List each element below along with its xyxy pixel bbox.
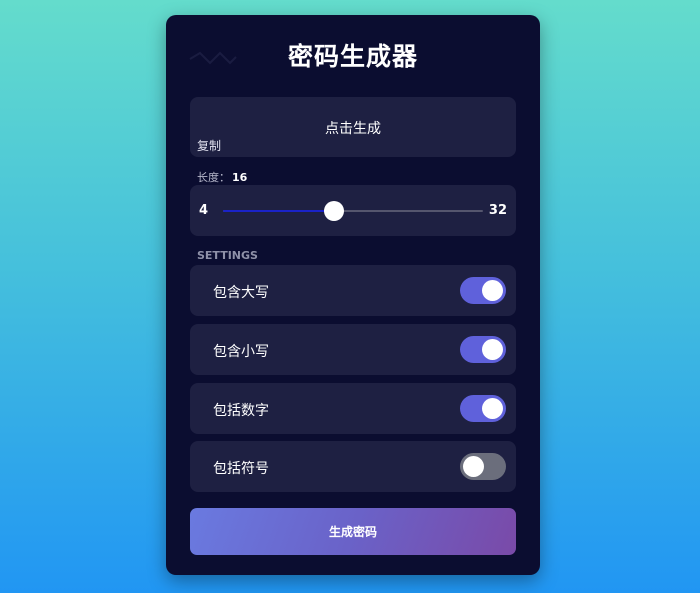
length-slider[interactable] — [223, 201, 483, 221]
length-value: 16 — [232, 171, 248, 184]
option-uppercase: 包含大写 — [190, 265, 516, 316]
lowercase-toggle[interactable] — [460, 336, 506, 363]
option-label: 包含小写 — [213, 344, 269, 360]
option-label: 包括数字 — [213, 403, 269, 419]
slider-max-label: 32 — [488, 203, 507, 218]
length-label: 长度： 16 — [197, 169, 247, 185]
option-symbols: 包括符号 — [190, 441, 516, 492]
slider-fill — [223, 210, 335, 212]
symbols-toggle[interactable] — [460, 453, 506, 480]
numbers-toggle[interactable] — [460, 395, 506, 422]
option-label: 包含大写 — [213, 285, 269, 301]
option-lowercase: 包含小写 — [190, 324, 516, 375]
option-numbers: 包括数字 — [190, 383, 516, 434]
password-text[interactable]: 点击生成 — [190, 118, 516, 138]
length-slider-panel: 4 32 — [190, 185, 516, 236]
toggle-knob — [482, 398, 503, 419]
toggle-knob — [482, 280, 503, 301]
length-label-text: 长度： — [197, 171, 230, 184]
password-display: 点击生成 复制 — [190, 97, 516, 157]
settings-heading: SETTINGS — [197, 249, 258, 262]
slider-thumb[interactable] — [324, 201, 345, 221]
password-generator-card: 密码生成器 点击生成 复制 长度： 16 4 32 SETTINGS 包含大写 包… — [166, 15, 540, 575]
toggle-knob — [463, 456, 484, 477]
slider-min-label: 4 — [199, 203, 209, 218]
app-title: 密码生成器 — [287, 42, 418, 71]
uppercase-toggle[interactable] — [460, 277, 506, 304]
toggle-knob — [482, 339, 503, 360]
copy-button[interactable]: 复制 — [197, 137, 221, 154]
option-label: 包括符号 — [213, 461, 269, 477]
generate-password-button[interactable]: 生成密码 — [190, 508, 516, 555]
